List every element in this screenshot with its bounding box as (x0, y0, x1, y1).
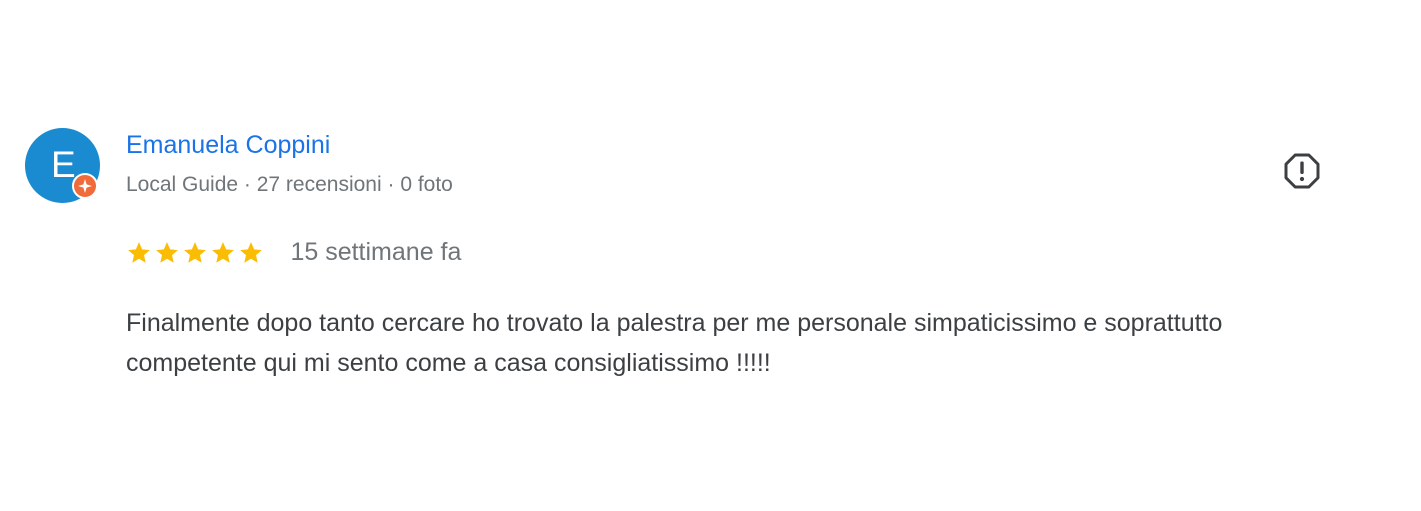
review-text: Finalmente dopo tanto cercare ho trovato… (126, 309, 1223, 377)
star-icon (212, 241, 234, 263)
star-icon (128, 241, 150, 263)
reviewer-meta: Local Guide · 27 recensioni · 0 foto (126, 173, 453, 196)
local-guide-badge-icon (72, 173, 98, 199)
reviewer-name[interactable]: Emanuela Coppini (126, 131, 330, 160)
star-icon (240, 241, 262, 263)
rating-row: 15 settimane fa (126, 238, 461, 274)
star-rating (126, 240, 266, 266)
review-date: 15 settimane fa (290, 238, 462, 266)
star-icon (156, 241, 178, 263)
star-icon (184, 241, 206, 263)
report-review-icon[interactable] (1283, 152, 1321, 190)
avatar-initial: E (51, 144, 76, 185)
review-card: E Emanuela Coppini Local Guide · 27 rece… (0, 0, 1421, 511)
